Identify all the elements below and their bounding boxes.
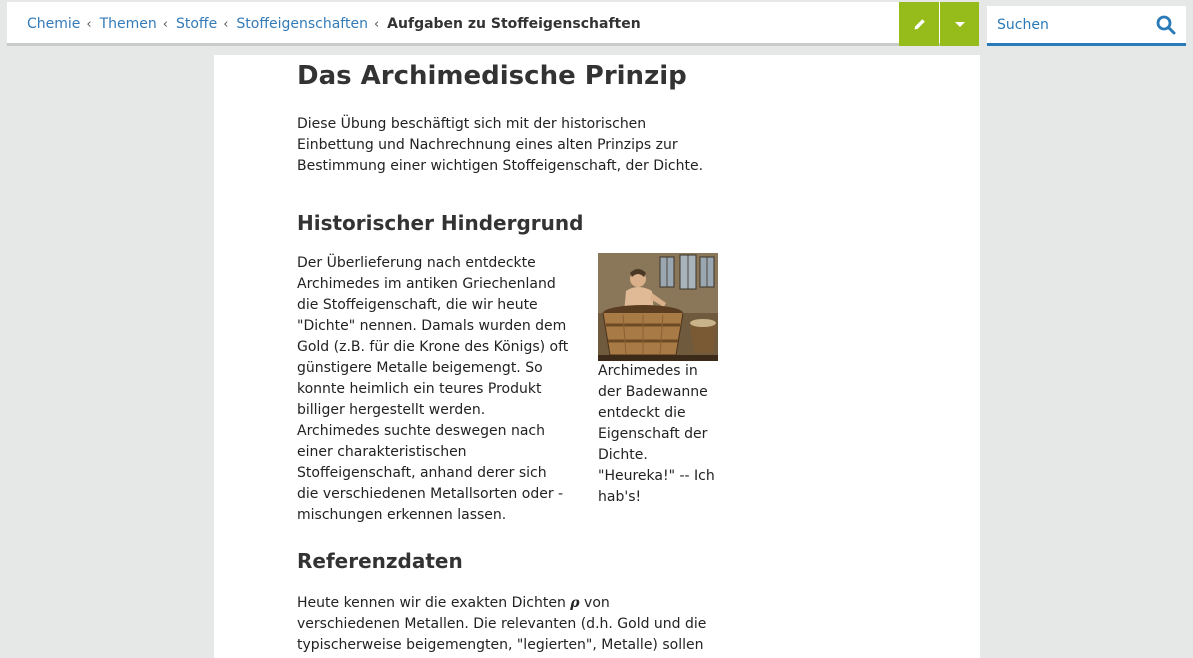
breadcrumb-separator: ‹ <box>373 16 380 32</box>
breadcrumb-separator: ‹ <box>86 16 92 32</box>
breadcrumb-separator: ‹ <box>223 16 229 32</box>
pencil-icon <box>914 18 925 29</box>
search-button[interactable] <box>1156 15 1176 35</box>
history-heading: Historischer Hindergrund <box>297 211 584 235</box>
reference-heading: Referenzdaten <box>297 549 463 573</box>
figure-caption: Archimedes in der Badewanne ent­deckt di… <box>598 363 715 505</box>
page-title: Das Archimedische Prinzip <box>297 61 687 91</box>
breadcrumb-link-stoffe[interactable]: Stoffe <box>176 16 217 32</box>
caret-down-icon <box>954 21 965 27</box>
intro-paragraph: Diese Übung beschäftigt sich mit der his… <box>297 116 704 174</box>
article-content: Das Archimedische Prinzip Diese Übung be… <box>297 55 727 658</box>
density-symbol: ρ <box>570 595 580 611</box>
edit-dropdown-button[interactable] <box>940 2 979 46</box>
history-paragraph: Der Überlieferung nach entdeckte Archi­m… <box>297 255 569 523</box>
edit-button[interactable] <box>899 2 939 46</box>
breadcrumb-current: Aufgaben zu Stoffeigenschaften <box>387 16 641 32</box>
reference-text-start: Heute kennen wir die exakten Dichten <box>297 595 571 611</box>
archimedes-bath-image[interactable] <box>598 253 718 361</box>
history-section: Der Überlieferung nach entdeckte Archi­m… <box>297 253 727 523</box>
breadcrumb-separator: ‹ <box>162 16 168 32</box>
breadcrumb: Chemie ‹ Themen ‹ Stoffe ‹ Stoffeigensch… <box>27 2 641 46</box>
breadcrumb-link-themen[interactable]: Themen <box>100 16 157 32</box>
search-input[interactable] <box>997 6 1147 43</box>
reference-paragraph: Heute kennen wir die exakten Dichten ρ v… <box>297 593 717 658</box>
top-bar: Chemie ‹ Themen ‹ Stoffe ‹ Stoffeigensch… <box>7 2 979 46</box>
search-icon <box>1156 15 1176 35</box>
archimedes-figure: Archimedes in der Badewanne ent­deckt di… <box>598 253 720 508</box>
search-box <box>987 6 1186 46</box>
breadcrumb-link-chemie[interactable]: Chemie <box>27 16 80 32</box>
article-panel: Das Archimedische Prinzip Diese Übung be… <box>214 55 980 658</box>
breadcrumb-link-stoffeigenschaften[interactable]: Stoffeigenschaften <box>236 16 368 32</box>
